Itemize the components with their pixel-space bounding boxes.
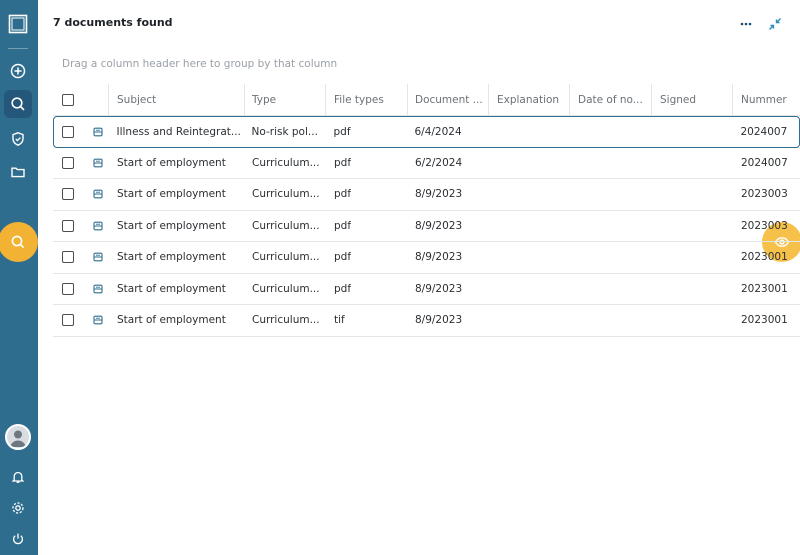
grid-header-row: Subject Type File types Document ... Exp… — [53, 84, 800, 116]
table-row[interactable]: Start of employment Curriculum... pdf 8/9/2… — [53, 274, 800, 305]
column-header-explanation[interactable]: Explanation — [497, 84, 559, 115]
type-cell: No-risk pol... — [251, 125, 318, 138]
documents-grid: Subject Type File types Document ... Exp… — [53, 84, 800, 337]
type-cell: Curriculum... — [252, 314, 320, 327]
add-icon[interactable] — [4, 57, 32, 85]
app-logo-icon[interactable] — [4, 10, 32, 38]
document-icon — [92, 117, 103, 147]
document-icon — [93, 179, 103, 210]
file-type-cell: pdf — [333, 125, 351, 138]
column-header-nummer[interactable]: Nummer — [741, 84, 787, 115]
search-icon — [11, 235, 25, 249]
number-cell: 2023001 — [741, 282, 788, 295]
avatar[interactable] — [5, 424, 31, 450]
table-row[interactable]: Illness and Reintegrat... No-risk pol... p… — [53, 116, 800, 148]
file-type-cell: pdf — [334, 188, 352, 201]
row-checkbox[interactable] — [62, 179, 74, 210]
collapse-icon — [769, 18, 781, 30]
more-options-button[interactable] — [737, 16, 755, 32]
column-header-subject[interactable]: Subject — [117, 84, 156, 115]
subject-cell: Start of employment — [117, 156, 226, 169]
file-type-cell: pdf — [334, 156, 352, 169]
subject-cell: Start of employment — [117, 188, 226, 201]
column-header-file-types[interactable]: File types — [334, 84, 384, 115]
type-cell: Curriculum... — [252, 282, 320, 295]
column-header-type[interactable]: Type — [252, 84, 276, 115]
document-date-cell: 8/9/2023 — [415, 188, 463, 201]
document-icon — [93, 148, 103, 179]
subject-cell: Start of employment — [117, 282, 226, 295]
subject-cell: Illness and Reintegrat... — [116, 125, 241, 138]
table-row[interactable]: Start of employment Curriculum... pdf 6/2/2… — [53, 148, 800, 179]
number-cell: 2024007 — [741, 156, 788, 169]
document-icon — [93, 211, 103, 242]
more-horizontal-icon — [740, 22, 752, 26]
row-checkbox[interactable] — [62, 242, 74, 273]
number-cell: 2023001 — [741, 251, 788, 264]
sidebar-divider — [8, 48, 28, 49]
row-checkbox[interactable] — [62, 148, 74, 179]
type-cell: Curriculum... — [252, 219, 320, 232]
table-row[interactable]: Start of employment Curriculum... pdf 8/9/2… — [53, 242, 800, 274]
folder-icon[interactable] — [4, 158, 32, 186]
row-checkbox[interactable] — [62, 211, 74, 242]
type-cell: Curriculum... — [252, 156, 320, 169]
column-header-signed[interactable]: Signed — [660, 84, 696, 115]
number-cell: 2023003 — [741, 188, 788, 201]
document-icon — [93, 305, 103, 336]
gear-icon[interactable] — [4, 494, 32, 522]
row-checkbox[interactable] — [62, 305, 74, 336]
number-cell: 2023003 — [741, 219, 788, 232]
results-count: 7 documents found — [53, 16, 173, 29]
shield-icon[interactable] — [4, 125, 32, 153]
select-all-checkbox[interactable] — [62, 84, 74, 115]
table-row[interactable]: Start of employment Curriculum... pdf 8/9/2… — [53, 179, 800, 211]
bell-icon[interactable] — [4, 463, 32, 491]
document-icon — [93, 242, 103, 273]
sidebar — [0, 0, 38, 555]
grid-body: Illness and Reintegrat... No-risk pol... p… — [53, 116, 800, 337]
column-header-date-of-notice[interactable]: Date of no... — [578, 84, 643, 115]
subject-cell: Start of employment — [117, 251, 226, 264]
table-row[interactable]: Start of employment Curriculum... tif 8/9/2… — [53, 305, 800, 337]
number-cell: 2023001 — [741, 314, 788, 327]
type-cell: Curriculum... — [252, 251, 320, 264]
document-date-cell: 8/9/2023 — [415, 251, 463, 264]
number-cell: 2024007 — [740, 125, 788, 138]
type-cell: Curriculum... — [252, 188, 320, 201]
table-row[interactable]: Start of employment Curriculum... pdf 8/9/2… — [53, 211, 800, 242]
file-type-cell: pdf — [334, 251, 352, 264]
document-date-cell: 6/2/2024 — [415, 156, 463, 169]
document-date-cell: 8/9/2023 — [415, 282, 463, 295]
file-type-cell: pdf — [334, 219, 352, 232]
collapse-button[interactable] — [767, 16, 783, 32]
column-header-document[interactable]: Document ... — [415, 84, 483, 115]
document-date-cell: 6/4/2024 — [414, 125, 462, 138]
subject-cell: Start of employment — [117, 314, 226, 327]
group-by-drop-zone[interactable]: Drag a column header here to group by th… — [62, 58, 337, 70]
file-type-cell: pdf — [334, 282, 352, 295]
document-date-cell: 8/9/2023 — [415, 314, 463, 327]
document-date-cell: 8/9/2023 — [415, 219, 463, 232]
subject-cell: Start of employment — [117, 219, 226, 232]
file-type-cell: tif — [334, 314, 345, 327]
power-icon[interactable] — [4, 525, 32, 553]
document-icon — [93, 274, 103, 305]
row-checkbox[interactable] — [61, 117, 74, 147]
row-checkbox[interactable] — [62, 274, 74, 305]
search-icon[interactable] — [4, 90, 32, 118]
